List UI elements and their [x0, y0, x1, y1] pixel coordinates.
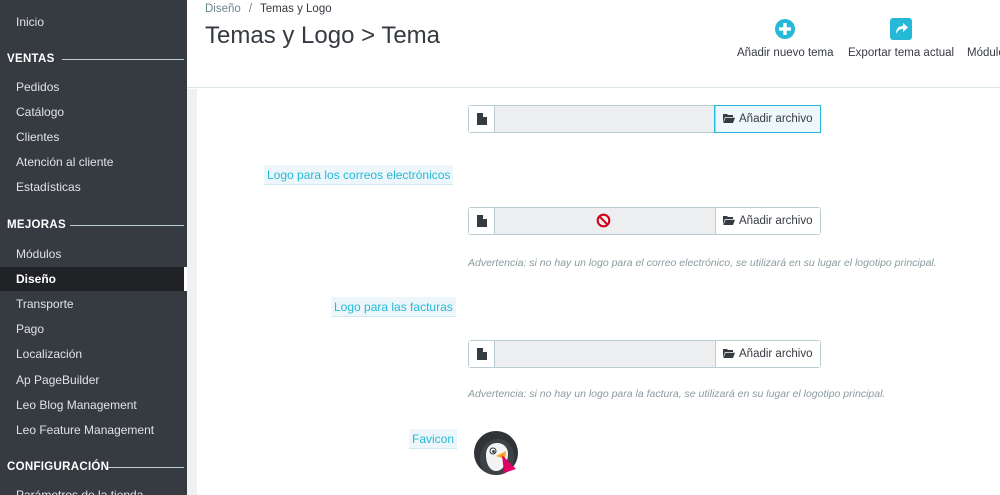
breadcrumb-link-diseno[interactable]: Diseño — [205, 3, 241, 15]
divider — [62, 59, 184, 60]
email-logo-label: Logo para los correos electrónicos — [264, 165, 454, 185]
sidebar-item-inicio[interactable]: Inicio — [0, 10, 187, 34]
folder-open-icon — [723, 349, 735, 358]
folder-open-icon — [723, 216, 735, 225]
invoice-logo-hint: Advertencia: si no hay un logo para la f… — [468, 388, 886, 400]
divider — [108, 467, 184, 468]
email-logo-hint: Advertencia: si no hay un logo para el c… — [468, 257, 937, 269]
forbidden-cursor-icon — [596, 213, 611, 228]
modules-button[interactable]: Módulo — [967, 17, 1000, 59]
breadcrumb: Diseño / Temas y Logo — [205, 3, 332, 15]
sidebar-section-ventas: VENTAS — [0, 49, 187, 69]
logo-add-file-button[interactable]: Añadir archivo — [714, 105, 821, 133]
sidebar-item-catalogo[interactable]: Catálogo — [0, 100, 187, 124]
export-theme-button[interactable]: Exportar tema actual — [848, 17, 954, 59]
sidebar-item-localizacion[interactable]: Localización — [0, 342, 187, 366]
add-theme-button[interactable]: Añadir nuevo tema — [737, 17, 834, 59]
sidebar-section-configuracion: CONFIGURACIÓN — [0, 457, 187, 477]
file-icon — [469, 106, 495, 132]
breadcrumb-separator: / — [248, 3, 253, 15]
sidebar-item-pago[interactable]: Pago — [0, 317, 187, 341]
invoice-logo-label: Logo para las facturas — [331, 297, 456, 317]
email-logo-add-file-button[interactable]: Añadir archivo — [715, 208, 820, 234]
sidebar-item-pedidos[interactable]: Pedidos — [0, 75, 187, 99]
divider — [70, 225, 184, 226]
invoice-logo-file-upload: Añadir archivo — [468, 340, 821, 368]
sidebar-item-parametros-tienda[interactable]: Parámetros de la tienda — [0, 483, 187, 495]
sidebar-item-estadisticas[interactable]: Estadísticas — [0, 175, 187, 199]
sidebar-item-diseno[interactable]: Diseño — [0, 267, 187, 291]
page-title: Temas y Logo > Tema — [205, 22, 441, 49]
favicon-preview-image — [474, 431, 518, 475]
sidebar-item-transporte[interactable]: Transporte — [0, 292, 187, 316]
share-icon — [890, 18, 913, 40]
email-logo-file-name-input[interactable] — [495, 208, 715, 234]
invoice-logo-file-name-input[interactable] — [495, 341, 715, 367]
sidebar-item-leo-feature[interactable]: Leo Feature Management — [0, 418, 187, 442]
sidebar-item-atencion-cliente[interactable]: Atención al cliente — [0, 150, 187, 174]
favicon-label: Favicon — [409, 429, 458, 449]
sidebar-item-clientes[interactable]: Clientes — [0, 125, 187, 149]
module-icon — [974, 17, 998, 41]
page-header: Diseño / Temas y Logo Temas y Logo > Tema … — [187, 0, 1000, 88]
sidebar-section-mejoras: MEJORAS — [0, 215, 187, 235]
file-icon — [469, 208, 495, 234]
plus-circle-icon — [775, 19, 796, 39]
sidebar: Inicio VENTAS Pedidos Catálogo Clientes … — [0, 0, 187, 495]
logo-file-upload: Añadir archivo — [468, 105, 821, 133]
theme-logo-form: Añadir archivo Logo para los correos ele… — [187, 89, 1000, 495]
breadcrumb-current: Temas y Logo — [260, 3, 332, 15]
sidebar-item-leo-blog[interactable]: Leo Blog Management — [0, 393, 187, 417]
folder-open-icon — [723, 114, 735, 123]
file-icon — [469, 341, 495, 367]
logo-file-name-input[interactable] — [495, 106, 715, 132]
email-logo-file-upload: Añadir archivo — [468, 207, 821, 235]
sidebar-item-ap-pagebuilder[interactable]: Ap PageBuilder — [0, 368, 187, 392]
invoice-logo-add-file-button[interactable]: Añadir archivo — [715, 341, 820, 367]
sidebar-item-modulos[interactable]: Módulos — [0, 242, 187, 266]
